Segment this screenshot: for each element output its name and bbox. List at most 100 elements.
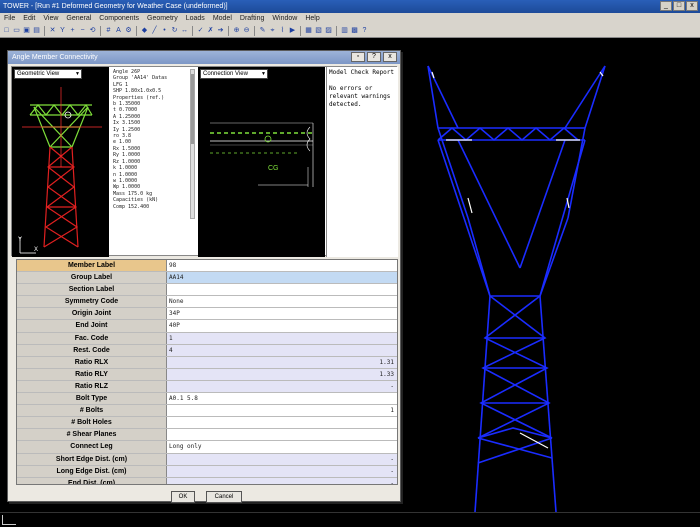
toolbar-rotate2-icon[interactable]: ↻ xyxy=(170,26,179,36)
property-value[interactable]: 98 xyxy=(167,260,397,271)
property-value[interactable]: None xyxy=(167,296,397,308)
toolbar-zoom2-icon[interactable]: ⊖ xyxy=(242,26,251,36)
property-row[interactable]: # Bolts 1 xyxy=(17,405,397,418)
toolbar-run-icon[interactable]: ▶ xyxy=(288,26,297,36)
toolbar-rotate-icon[interactable]: ⟲ xyxy=(88,26,97,36)
dialog-help-button[interactable]: ? xyxy=(367,52,381,62)
ok-button[interactable]: OK xyxy=(171,491,195,503)
property-row[interactable]: Fac. Code 1 xyxy=(17,332,397,345)
property-value-right: 1.33 xyxy=(379,370,394,378)
property-row[interactable]: Rest. Code 4 xyxy=(17,344,397,357)
property-row[interactable]: Group Label AA14 xyxy=(17,272,397,285)
toolbar-member-icon[interactable]: ╱ xyxy=(150,26,159,36)
property-row[interactable]: End Dist. (cm) - xyxy=(17,477,397,484)
toolbar-panel2-icon[interactable]: ▩ xyxy=(350,26,359,36)
toolbar-label-icon[interactable]: A xyxy=(114,26,123,36)
property-label: Ratio RLX xyxy=(17,356,167,368)
property-row[interactable]: Connect Leg Long only xyxy=(17,441,397,454)
dialog-close-button[interactable]: x xyxy=(383,52,397,62)
property-value[interactable]: 1.33 xyxy=(167,368,397,380)
toolbar-cog-icon[interactable]: ⚙ xyxy=(124,26,133,36)
property-value-right: 1.31 xyxy=(379,358,394,366)
property-value[interactable]: 40P xyxy=(167,320,397,332)
property-value[interactable]: 1 xyxy=(167,332,397,344)
toolbar-cross-icon[interactable]: ✗ xyxy=(206,26,215,36)
toolbar-grid-icon[interactable]: # xyxy=(104,26,113,36)
property-row[interactable]: # Bolt Holes xyxy=(17,417,397,430)
property-value[interactable]: - xyxy=(167,477,397,484)
toolbar-print-icon[interactable]: ▤ xyxy=(32,26,41,36)
toolbar-check-icon[interactable]: ✓ xyxy=(196,26,205,36)
toolbar-snap-icon[interactable]: ⌖ xyxy=(268,26,277,36)
property-row[interactable]: Section Label xyxy=(17,284,397,297)
toolbar-minus-icon[interactable]: − xyxy=(78,26,87,36)
toolbar-plus-icon[interactable]: + xyxy=(68,26,77,36)
property-row[interactable]: Bolt Type A0.1 5.8 xyxy=(17,393,397,406)
connection-view-select[interactable]: Connection View xyxy=(200,69,268,79)
property-value[interactable] xyxy=(167,429,397,441)
menu-general[interactable]: General xyxy=(62,15,95,22)
toolbar-zoom-icon[interactable]: ⊕ xyxy=(232,26,241,36)
property-value[interactable]: 4 xyxy=(167,344,397,356)
toolbar-panel-icon[interactable]: ▥ xyxy=(340,26,349,36)
property-value[interactable]: - xyxy=(167,380,397,393)
toolbar-joint-icon[interactable]: ◆ xyxy=(140,26,149,36)
menu-help[interactable]: Help xyxy=(301,15,323,22)
dialog-restore-button[interactable]: ▫ xyxy=(351,52,365,62)
menu-file[interactable]: File xyxy=(0,15,19,22)
property-row[interactable]: Ratio RLZ - xyxy=(17,380,397,394)
toolbar-x-icon[interactable]: ✕ xyxy=(48,26,57,36)
property-value[interactable]: 1 xyxy=(167,405,397,417)
property-row[interactable]: Ratio RLX 1.31 xyxy=(17,356,397,369)
toolbar-open-icon[interactable]: ▭ xyxy=(12,26,21,36)
menu-window[interactable]: Window xyxy=(268,15,301,22)
menu-edit[interactable]: Edit xyxy=(19,15,39,22)
geometric-view[interactable]: Geometric View Y X xyxy=(12,67,109,257)
property-row[interactable]: Origin Joint 34P xyxy=(17,308,397,321)
toolbar-view2-icon[interactable]: ▧ xyxy=(314,26,323,36)
menu-loads[interactable]: Loads xyxy=(182,15,209,22)
property-value[interactable]: - xyxy=(167,465,397,477)
property-value-right: - xyxy=(390,467,394,475)
property-label: Ratio RLZ xyxy=(17,380,167,393)
property-value[interactable]: AA14 xyxy=(167,272,397,284)
cancel-button[interactable]: Cancel xyxy=(206,491,242,503)
toolbar-save-icon[interactable]: ▣ xyxy=(22,26,31,36)
minimize-button[interactable]: _ xyxy=(660,1,672,11)
toolbar-view1-icon[interactable]: ▦ xyxy=(304,26,313,36)
property-value[interactable] xyxy=(167,284,397,296)
property-value[interactable]: - xyxy=(167,453,397,465)
connection-view[interactable]: Connection View CG xyxy=(198,67,325,257)
property-row[interactable]: Member Label 98 xyxy=(17,260,397,273)
property-value[interactable]: Long only xyxy=(167,441,397,453)
toolbar-wire-icon[interactable]: ⌇ xyxy=(278,26,287,36)
property-row[interactable]: End Joint 40P xyxy=(17,320,397,333)
menu-components[interactable]: Components xyxy=(95,15,143,22)
toolbar-help-icon[interactable]: ? xyxy=(360,26,369,36)
close-button[interactable]: x xyxy=(686,1,698,11)
property-label: Section Label xyxy=(17,284,167,296)
property-value[interactable]: 34P xyxy=(167,308,397,320)
menu-drafting[interactable]: Drafting xyxy=(236,15,269,22)
property-row[interactable]: Short Edge Dist. (cm) - xyxy=(17,453,397,466)
toolbar-brush-icon[interactable]: ✎ xyxy=(258,26,267,36)
toolbar-y-icon[interactable]: Y xyxy=(58,26,67,36)
toolbar-new-icon[interactable]: □ xyxy=(2,26,11,36)
property-row[interactable]: Symmetry Code None xyxy=(17,296,397,309)
toolbar-move-icon[interactable]: ↔ xyxy=(180,26,189,36)
menu-view[interactable]: View xyxy=(39,15,62,22)
toolbar-node-icon[interactable]: • xyxy=(160,26,169,36)
info-scrollbar[interactable] xyxy=(190,69,195,219)
menu-geometry[interactable]: Geometry xyxy=(143,15,182,22)
property-value[interactable]: A0.1 5.8 xyxy=(167,393,397,405)
property-row[interactable]: Ratio RLY 1.33 xyxy=(17,368,397,381)
property-row[interactable]: # Shear Planes xyxy=(17,429,397,442)
property-value[interactable] xyxy=(167,417,397,429)
toolbar-view3-icon[interactable]: ▨ xyxy=(324,26,333,36)
menu-model[interactable]: Model xyxy=(209,15,236,22)
toolbar-arrow-icon[interactable]: ➔ xyxy=(216,26,225,36)
maximize-button[interactable]: □ xyxy=(673,1,685,11)
property-row[interactable]: Long Edge Dist. (cm) - xyxy=(17,465,397,478)
property-value[interactable]: 1.31 xyxy=(167,356,397,368)
geometric-view-select[interactable]: Geometric View xyxy=(14,69,82,79)
